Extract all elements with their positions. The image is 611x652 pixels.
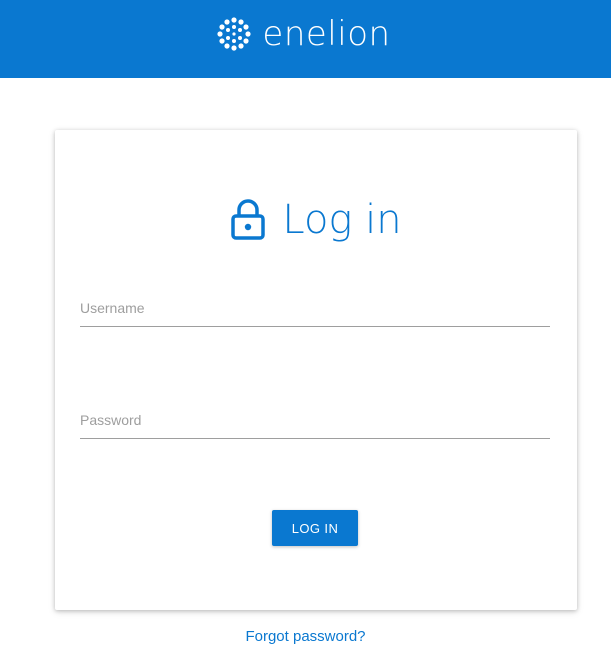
brand-name: enelion — [262, 14, 391, 54]
brand: enelion — [216, 16, 390, 52]
password-input[interactable] — [80, 412, 550, 439]
app-header: enelion — [0, 0, 611, 78]
username-input[interactable] — [80, 300, 550, 327]
forgot-password-link[interactable]: Forgot password? — [0, 628, 611, 645]
lock-icon — [231, 199, 266, 240]
login-card: Log in LOG IN — [55, 130, 577, 610]
password-field-wrapper — [80, 412, 550, 439]
enelion-logo-icon — [217, 17, 252, 51]
login-button[interactable]: LOG IN — [272, 510, 358, 546]
username-field-wrapper — [80, 300, 550, 327]
page-title: Log in — [282, 197, 402, 243]
login-title-row: Log in — [55, 197, 577, 243]
